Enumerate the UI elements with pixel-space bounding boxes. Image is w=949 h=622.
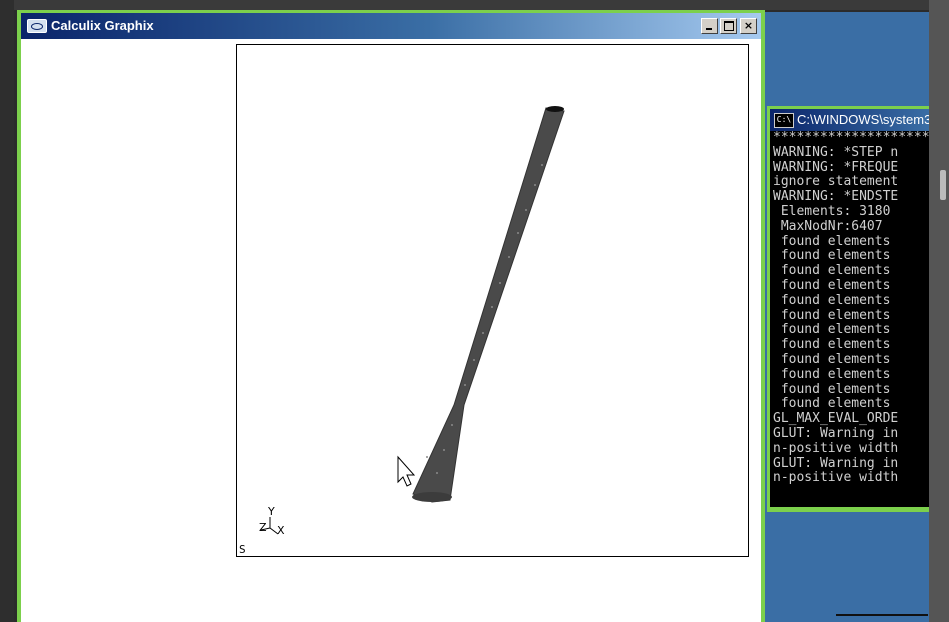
console-line: GLUT: Warning in [773,425,899,441]
cgx-client-area: Y Z X S [21,39,761,622]
cgx-titlebar[interactable]: Calculix Graphix × [21,13,761,39]
mouse-cursor-icon [397,455,416,487]
console-line: WARNING: *STEP n [773,144,899,160]
console-line: found elements [773,292,891,308]
status-indicator: S [239,543,246,556]
console-window: C:\ C:\WINDOWS\system32\cmd.exe ********… [767,106,929,512]
console-line: found elements [773,366,891,382]
console-line: MaxNodNr:6407 [773,218,883,234]
desktop-divider [836,614,928,616]
console-line: WARNING: *FREQUE [773,159,899,175]
console-line: found elements [773,263,891,279]
axis-label-x: X [277,524,285,537]
beam-top-face [546,106,564,112]
scrollbar-thumb[interactable] [940,170,946,200]
console-line: ignore statement [773,174,899,190]
console-line: GLUT: Warning in [773,455,899,471]
maximize-button[interactable] [720,18,737,34]
minimize-button[interactable] [701,18,718,34]
graphics-viewport[interactable]: Y Z X S [236,44,749,557]
console-line: n-positive width [773,470,899,486]
screen-frame-right [929,0,949,622]
console-line: found elements [773,322,891,338]
console-line: found elements [773,351,891,367]
axis-label-y: Y [267,505,275,518]
console-line: ************************ [773,131,929,145]
close-button[interactable]: × [740,18,757,34]
console-line: GL_MAX_EVAL_ORDE [773,411,899,427]
console-line: n-positive width [773,440,899,456]
beam-bottom-face [412,492,452,502]
model-canvas[interactable]: Y Z X [237,45,748,556]
screen-frame-top [0,0,949,10]
window-title: Calculix Graphix [51,18,154,33]
cgx-window: Calculix Graphix × Y Z X S [17,10,765,622]
console-line: found elements [773,233,891,249]
axis-label-z: Z [259,521,267,534]
beam-model[interactable] [412,107,565,503]
console-line: found elements [773,277,891,293]
console-line: found elements [773,248,891,264]
console-line: found elements [773,396,891,412]
close-icon: × [743,19,754,32]
console-line: WARNING: *ENDSTE [773,189,899,205]
console-title: C:\WINDOWS\system32\cmd.exe [797,112,929,127]
app-icon[interactable] [27,19,47,33]
console-line: found elements [773,307,891,323]
console-line: found elements [773,381,891,397]
console-titlebar[interactable]: C:\ C:\WINDOWS\system32\cmd.exe [770,109,929,131]
console-line: found elements [773,337,891,353]
console-output[interactable]: ************************ WARNING: *STEP … [770,131,929,507]
console-icon[interactable]: C:\ [774,113,794,128]
console-line: Elements: 3180 [773,203,891,219]
screen-frame-left [0,0,14,622]
